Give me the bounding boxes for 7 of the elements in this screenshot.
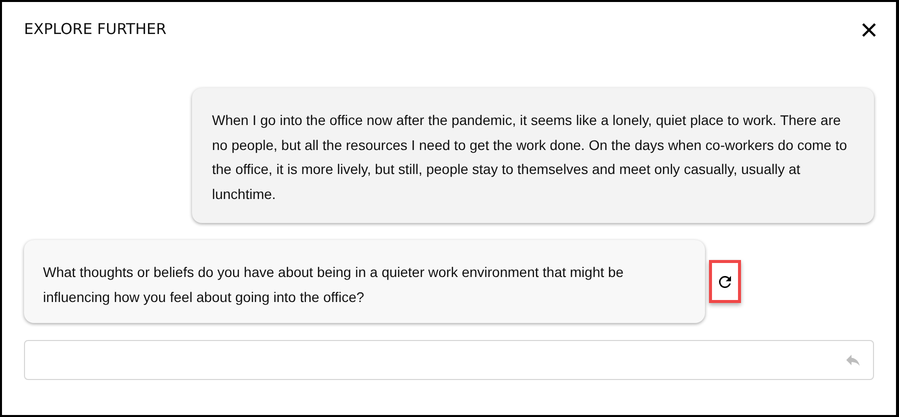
close-icon — [861, 22, 877, 38]
refresh-button[interactable] — [709, 260, 741, 303]
close-button[interactable] — [861, 22, 877, 38]
assistant-message: What thoughts or beliefs do you have about being in a quieter work environment that might be influencing how you feel about going into the office? — [24, 240, 705, 323]
dialog-title: EXPLORE FURTHER — [24, 20, 166, 38]
reply-field[interactable] — [24, 340, 874, 380]
user-message: When I go into the office now after the pandemic, it seems like a lonely, quiet place to work. There are no people, but all the resources I need to get the work done. On the days when co-workers do come to the office, it is more lively, but still, people stay to themselves and meet only casually, usually at lunchtime. — [192, 88, 874, 223]
